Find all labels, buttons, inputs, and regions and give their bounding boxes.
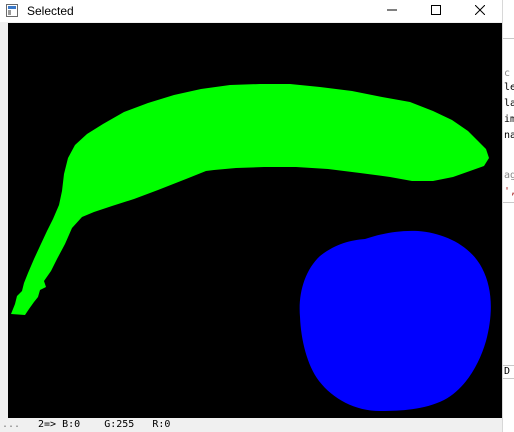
background-text-fragment: na <box>504 130 514 141</box>
background-text-fragment: c <box>504 68 511 79</box>
close-icon <box>474 2 486 20</box>
title-bar[interactable]: Selected <box>0 0 502 22</box>
image-canvas[interactable] <box>8 23 502 418</box>
status-left-fragment: ... <box>2 419 21 430</box>
status-bar: ... 2=> B:0 G:255 R:0 <box>0 418 514 432</box>
window-title: Selected <box>27 4 74 18</box>
minimize-button[interactable] <box>370 0 414 22</box>
background-window: c le la im na ag ', D <box>502 0 514 432</box>
background-scroll-strip: D <box>503 365 514 379</box>
background-text-fragment: le <box>504 82 514 93</box>
image-window: Selected <box>0 0 502 418</box>
round-fruit-shape <box>299 230 491 411</box>
background-text-fragment: D <box>504 366 511 377</box>
background-text-fragment: la <box>504 98 514 109</box>
maximize-icon <box>431 2 441 20</box>
background-separator <box>503 38 514 39</box>
background-text-fragment: im <box>504 114 514 125</box>
minimize-icon <box>387 2 397 20</box>
background-text-fragment: ', <box>504 186 514 197</box>
background-separator <box>503 202 514 203</box>
app-window-icon <box>6 4 18 17</box>
pixel-info: 2=> B:0 G:255 R:0 <box>38 419 171 430</box>
maximize-button[interactable] <box>414 0 458 22</box>
background-text-fragment: ag <box>504 170 514 181</box>
close-button[interactable] <box>458 0 502 22</box>
